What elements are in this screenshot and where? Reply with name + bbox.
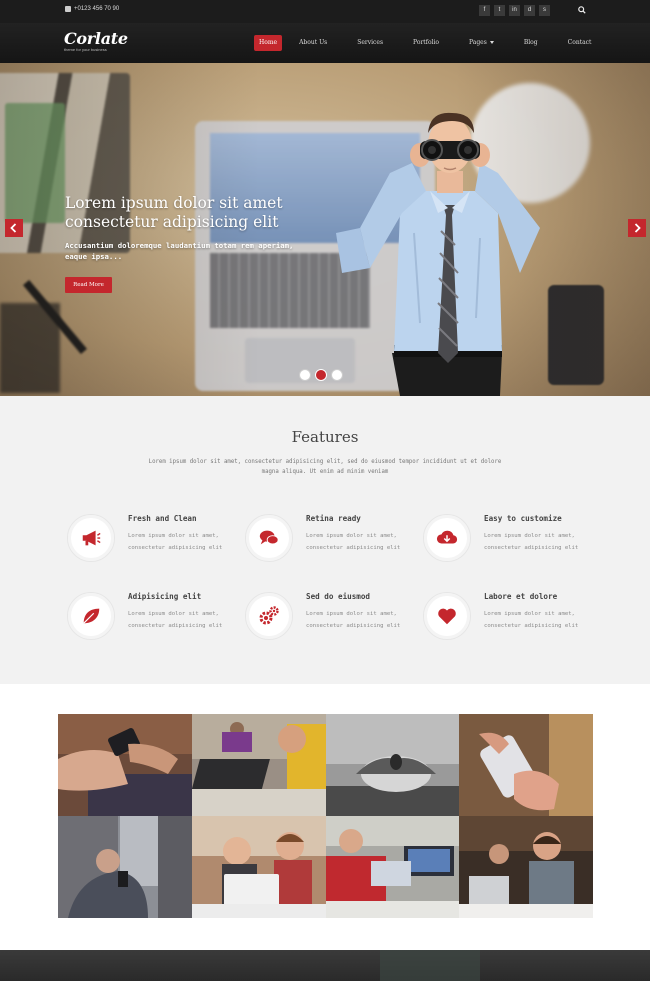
- features-section: Features Lorem ipsum dolor sit amet, con…: [0, 396, 650, 684]
- feature-title: Adipisicing elit: [128, 592, 202, 601]
- feature-text: Lorem ipsum dolor sit amet, consectetur …: [484, 533, 579, 551]
- portfolio-item[interactable]: [459, 714, 593, 816]
- feature-item: Easy to customize Lorem ipsum dolor sit …: [423, 514, 603, 574]
- feature-item: Labore et dolore Lorem ipsum dolor sit a…: [423, 592, 603, 652]
- nav-portfolio[interactable]: Portfolio: [408, 35, 444, 51]
- feature-icon-wrap: [245, 514, 293, 562]
- leaf-icon: [83, 608, 100, 624]
- nav-about-us[interactable]: About Us: [294, 35, 332, 51]
- top-bar: +0123 456 70 90 f t in d s: [0, 0, 650, 23]
- portfolio-image-phone-closeup: [459, 714, 593, 816]
- phone-number: +0123 456 70 90: [74, 6, 120, 12]
- feature-icon-wrap: [423, 514, 471, 562]
- dribbble-icon[interactable]: d: [524, 5, 535, 16]
- feature-title: Labore et dolore: [484, 592, 558, 601]
- chevron-right-icon: [634, 223, 641, 233]
- skype-icon[interactable]: s: [539, 5, 550, 16]
- slider-dot-2[interactable]: [315, 369, 327, 381]
- portfolio-item[interactable]: [191, 816, 326, 919]
- slider-prev-button[interactable]: [5, 219, 23, 237]
- portfolio-item[interactable]: [325, 714, 460, 816]
- social-links: f t in d s: [479, 5, 550, 16]
- nav-blog[interactable]: Blog: [519, 35, 543, 51]
- phone-contact: +0123 456 70 90: [65, 6, 119, 12]
- portfolio-item[interactable]: [191, 714, 326, 816]
- read-more-button[interactable]: Read More: [65, 277, 112, 293]
- portfolio-item[interactable]: [58, 816, 192, 919]
- slider-dot-1[interactable]: [299, 369, 311, 381]
- gears-icon: [259, 606, 279, 625]
- feature-title: Retina ready: [306, 514, 361, 523]
- feature-text: Lorem ipsum dolor sit amet, consectetur …: [306, 533, 401, 551]
- feature-text: Lorem ipsum dolor sit amet, consectetur …: [306, 611, 401, 629]
- feature-text: Lorem ipsum dolor sit amet, consectetur …: [128, 533, 223, 551]
- facebook-icon[interactable]: f: [479, 5, 490, 16]
- nav-menu: Home About Us Services Portfolio Pages B…: [254, 35, 596, 51]
- hero-title: Lorem ipsum dolor sit amet consectetur a…: [65, 194, 283, 231]
- feature-title: Easy to customize: [484, 514, 562, 523]
- portfolio-image-mouse-bw: [325, 714, 460, 816]
- portfolio-image-kids-laptop: [191, 816, 326, 918]
- nav-contact[interactable]: Contact: [563, 35, 597, 51]
- feature-item: Sed do eiusmod Lorem ipsum dolor sit ame…: [245, 592, 425, 652]
- feature-title: Fresh and Clean: [128, 514, 197, 523]
- features-title: Features: [291, 428, 359, 446]
- nav-pages-label: Pages: [469, 39, 487, 46]
- search-icon[interactable]: [578, 6, 586, 14]
- hero-slider: Lorem ipsum dolor sit amet consectetur a…: [0, 63, 650, 396]
- portfolio-image-phone-hands: [58, 714, 192, 816]
- portfolio-item[interactable]: [325, 816, 460, 919]
- logo[interactable]: Corlate theme for your business: [64, 29, 128, 52]
- businessman-with-binoculars-image: [336, 112, 540, 396]
- main-navbar: Corlate theme for your business Home Abo…: [0, 23, 650, 63]
- feature-icon-wrap: [67, 592, 115, 640]
- heart-icon: [438, 608, 456, 625]
- portfolio-image-tablet-table: [191, 714, 326, 816]
- hero-subtitle: Accusantium doloremque laudantium totam …: [65, 241, 294, 261]
- feature-item: Fresh and Clean Lorem ipsum dolor sit am…: [67, 514, 247, 574]
- nav-services[interactable]: Services: [352, 35, 388, 51]
- megaphone-icon: [82, 530, 101, 546]
- portfolio-image-students-laptops: [459, 816, 593, 918]
- feature-item: Adipisicing elit Lorem ipsum dolor sit a…: [67, 592, 247, 652]
- linkedin-icon[interactable]: in: [509, 5, 520, 16]
- portfolio-image-street-phone: [58, 816, 192, 918]
- twitter-icon[interactable]: t: [494, 5, 505, 16]
- portfolio-image-classroom: [325, 816, 460, 918]
- logo-name: Corlate: [64, 29, 128, 48]
- features-intro: Lorem ipsum dolor sit amet, consectetur …: [148, 459, 502, 475]
- nav-home[interactable]: Home: [254, 35, 283, 51]
- feature-icon-wrap: [67, 514, 115, 562]
- portfolio-grid: [58, 714, 593, 919]
- phone-icon: [65, 6, 71, 12]
- chevron-left-icon: [10, 223, 17, 233]
- feature-icon-wrap: [423, 592, 471, 640]
- cloud-download-icon: [436, 530, 458, 544]
- nav-pages[interactable]: Pages: [464, 35, 499, 51]
- feature-text: Lorem ipsum dolor sit amet, consectetur …: [484, 611, 579, 629]
- chevron-down-icon: [489, 41, 494, 44]
- feature-title: Sed do eiusmod: [306, 592, 371, 601]
- slider-dot-3[interactable]: [331, 369, 343, 381]
- feature-text: Lorem ipsum dolor sit amet, consectetur …: [128, 611, 223, 629]
- chat-bubbles-icon: [259, 530, 279, 545]
- feature-item: Retina ready Lorem ipsum dolor sit amet,…: [245, 514, 425, 574]
- slider-pagination: [299, 369, 343, 381]
- slider-next-button[interactable]: [628, 219, 646, 237]
- portfolio-item[interactable]: [459, 816, 593, 919]
- portfolio-item[interactable]: [58, 714, 192, 816]
- footer-section: [0, 950, 650, 981]
- feature-icon-wrap: [245, 592, 293, 640]
